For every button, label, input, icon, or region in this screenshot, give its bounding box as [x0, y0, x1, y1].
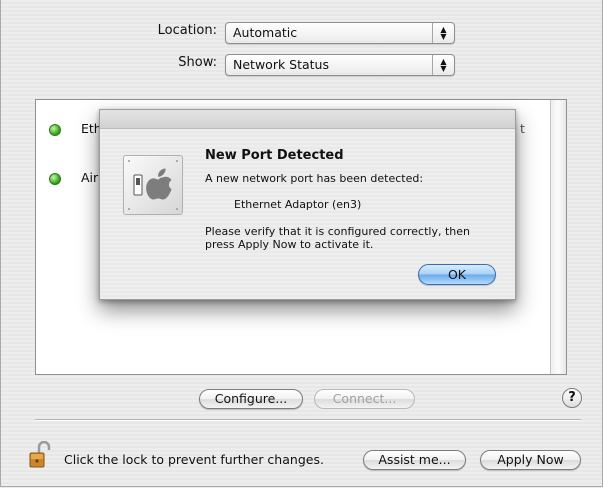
show-value: Network Status	[233, 57, 329, 72]
port-status-fragment: t	[520, 121, 525, 136]
show-label: Show:	[178, 55, 217, 70]
location-value: Automatic	[233, 25, 298, 40]
switch-plate-apple-icon	[123, 155, 183, 215]
network-preferences-pane: Location: Automatic ▲ ▼ Show: Network Sta…	[0, 0, 603, 487]
dialog-body: New Port Detected A new network port has…	[100, 129, 515, 299]
show-popup[interactable]: Network Status ▲ ▼	[225, 54, 455, 76]
connect-button[interactable]: Connect...	[314, 389, 415, 409]
divider	[35, 419, 581, 421]
green-status-icon	[49, 173, 61, 185]
help-button[interactable]: ?	[562, 388, 582, 408]
location-popup[interactable]: Automatic ▲ ▼	[225, 22, 455, 44]
green-status-icon	[49, 124, 61, 136]
assist-me-button[interactable]: Assist me...	[363, 450, 466, 470]
dialog-instructions: Please verify that it is configured corr…	[205, 225, 470, 251]
new-port-dialog: New Port Detected A new network port has…	[99, 109, 516, 300]
ok-button[interactable]: OK	[418, 264, 496, 285]
vertical-scrollbar[interactable]	[550, 100, 566, 374]
lock-message: Click the lock to prevent further change…	[64, 452, 324, 467]
padlock-open-icon[interactable]	[28, 440, 52, 469]
updown-arrows-icon: ▲ ▼	[432, 55, 454, 75]
updown-arrows-icon: ▲ ▼	[432, 23, 454, 43]
dialog-title: New Port Detected	[205, 148, 344, 163]
dialog-top-bar	[100, 110, 515, 129]
apply-now-button[interactable]: Apply Now	[480, 450, 581, 470]
location-label: Location:	[157, 23, 217, 38]
dialog-message: A new network port has been detected:	[205, 172, 424, 185]
configure-button[interactable]: Configure...	[199, 389, 303, 409]
dialog-port-name: Ethernet Adaptor (en3)	[234, 198, 362, 211]
